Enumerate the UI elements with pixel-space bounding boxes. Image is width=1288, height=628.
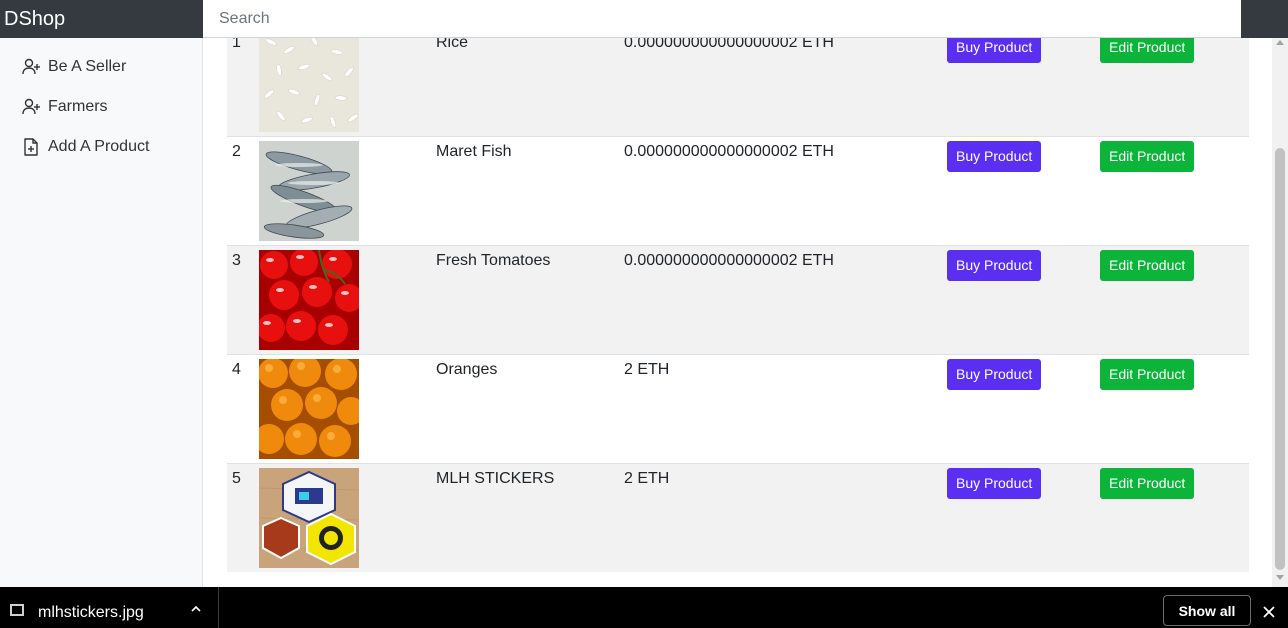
download-bar: mlhstickers.jpg Show all [0, 587, 1288, 628]
show-all-button[interactable]: Show all [1163, 595, 1251, 626]
product-table-container: 1 Rice 0.000000000000000002 ETH Buy Prod… [203, 38, 1272, 587]
rice-image [259, 38, 359, 132]
buy-product-button[interactable]: Buy Product [947, 250, 1042, 281]
row-number: 3 [232, 252, 241, 269]
product-price: 0.000000000000000002 ETH [624, 38, 834, 51]
page-scrollbar[interactable] [1272, 38, 1288, 587]
file-plus-icon [20, 136, 42, 158]
product-price: 0.000000000000000002 ETH [624, 252, 834, 269]
product-price: 0.000000000000000002 ETH [624, 143, 834, 160]
edit-product-button[interactable]: Edit Product [1100, 468, 1195, 499]
row-number: 5 [232, 470, 241, 487]
top-navbar: DShop [0, 0, 1288, 38]
product-price: 2 ETH [624, 361, 670, 378]
close-icon[interactable] [1261, 604, 1277, 620]
oranges-image [259, 359, 359, 459]
scroll-up-arrow-icon[interactable] [1276, 40, 1284, 45]
product-name: Rice [436, 38, 469, 51]
product-name: Maret Fish [436, 143, 512, 160]
table-row: 3 Fresh Tomatoes 0.000000000000000002 ET… [227, 245, 1249, 354]
table-row: 1 Rice 0.000000000000000002 ETH Buy Prod… [227, 38, 1249, 136]
brand-logo[interactable]: DShop [4, 6, 65, 32]
table-row: 5 MLH STICKERS 2 ETH Buy Product Edit Pr… [227, 463, 1249, 572]
stickers-image [259, 468, 359, 568]
edit-product-button[interactable]: Edit Product [1100, 359, 1195, 390]
tomatoes-image [259, 250, 359, 350]
row-number: 2 [232, 143, 241, 160]
product-name: Fresh Tomatoes [436, 252, 551, 269]
buy-product-button[interactable]: Buy Product [947, 141, 1042, 172]
search-input[interactable] [203, 0, 1241, 38]
sidebar-item-be-a-seller[interactable]: Be A Seller [20, 55, 126, 79]
download-filename[interactable]: mlhstickers.jpg [38, 604, 144, 622]
edit-product-button[interactable]: Edit Product [1100, 141, 1195, 172]
sidebar: Be A Seller Farmers Add A Product [0, 38, 203, 587]
sidebar-item-farmers[interactable]: Farmers [20, 95, 108, 119]
person-add-icon [20, 96, 42, 118]
sidebar-item-label: Add A Product [48, 138, 150, 155]
product-name: MLH STICKERS [436, 470, 555, 487]
fish-image [259, 141, 359, 241]
sidebar-item-label: Farmers [48, 98, 108, 115]
buy-product-button[interactable]: Buy Product [947, 468, 1042, 499]
sidebar-item-label: Be A Seller [48, 58, 127, 75]
table-row: 2 Maret Fish 0.000000000000000002 ETH Bu… [227, 136, 1249, 245]
person-add-icon [20, 56, 42, 78]
table-row: 4 Oranges 2 ETH Buy Product Edit Product [227, 354, 1249, 463]
edit-product-button[interactable]: Edit Product [1100, 38, 1195, 63]
buy-product-button[interactable]: Buy Product [947, 38, 1042, 63]
product-table: 1 Rice 0.000000000000000002 ETH Buy Prod… [227, 38, 1249, 572]
row-number: 1 [232, 38, 241, 51]
download-item[interactable]: mlhstickers.jpg [0, 587, 219, 628]
product-price: 2 ETH [624, 470, 670, 487]
product-name: Oranges [436, 361, 498, 378]
buy-product-button[interactable]: Buy Product [947, 359, 1042, 390]
row-number: 4 [232, 361, 241, 378]
scrollbar-thumb[interactable] [1275, 148, 1285, 570]
edit-product-button[interactable]: Edit Product [1100, 250, 1195, 281]
file-icon [10, 604, 24, 616]
chevron-up-icon[interactable] [189, 602, 203, 616]
scroll-down-arrow-icon[interactable] [1276, 575, 1284, 580]
sidebar-item-add-a-product[interactable]: Add A Product [20, 135, 149, 159]
